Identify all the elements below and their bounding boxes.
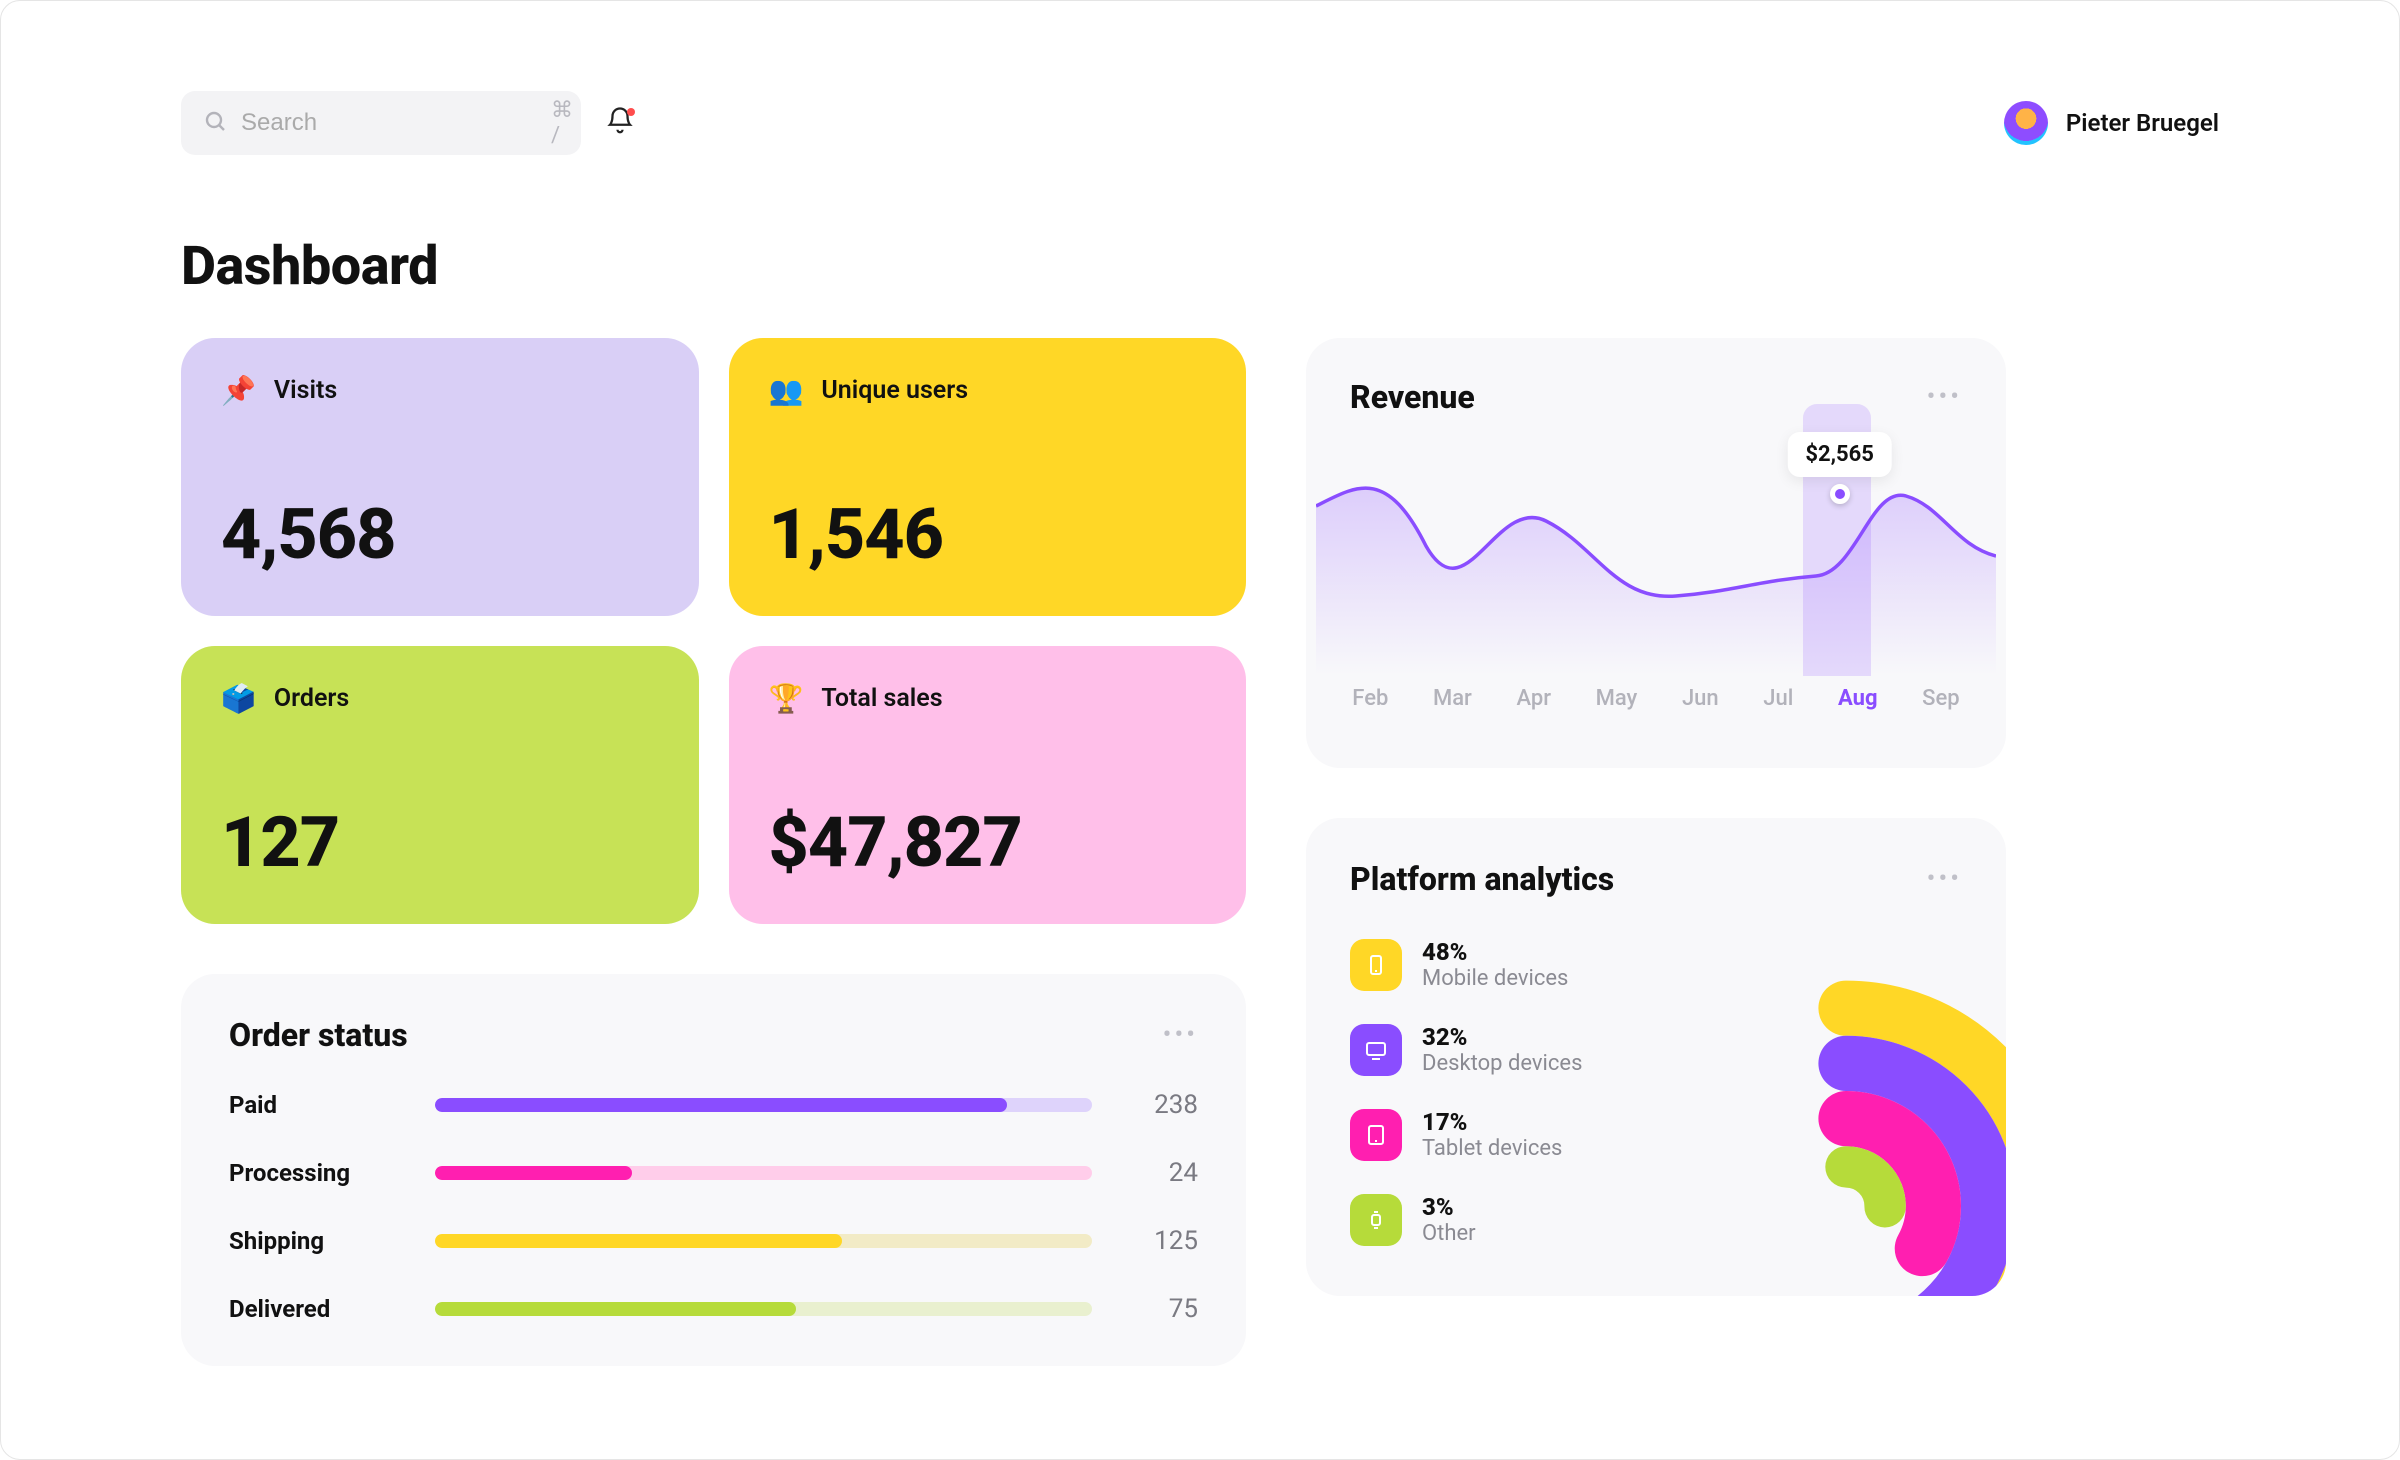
- legend-pct: 48%: [1422, 938, 1568, 966]
- revenue-month[interactable]: Feb: [1352, 686, 1388, 711]
- legend-item: 17% Tablet devices: [1350, 1108, 1582, 1161]
- status-bar-fill: [435, 1166, 632, 1180]
- user-menu[interactable]: Pieter Bruegel: [2004, 101, 2219, 145]
- order-status-rows: Paid 238 Processing 24 Shipping 125 Deli…: [229, 1090, 1198, 1324]
- stat-card-orders[interactable]: 🗳️ Orders 127: [181, 646, 699, 924]
- status-row: Shipping 125: [229, 1226, 1198, 1256]
- status-bar: [435, 1302, 1092, 1316]
- status-count: 125: [1118, 1226, 1198, 1256]
- right-column: Revenue ••• $: [1306, 338, 2006, 1296]
- legend-text: 32% Desktop devices: [1422, 1023, 1582, 1076]
- order-status-title: Order status: [229, 1016, 408, 1054]
- revenue-month[interactable]: Apr: [1516, 686, 1551, 711]
- legend-text: 17% Tablet devices: [1422, 1108, 1562, 1161]
- orders-icon: 🗳️: [221, 682, 256, 715]
- revenue-month[interactable]: Sep: [1922, 686, 1959, 711]
- revenue-month[interactable]: Jun: [1682, 686, 1719, 711]
- header-left: ⌘ /: [181, 91, 635, 155]
- revenue-month[interactable]: Jul: [1763, 686, 1793, 711]
- stat-value: 4,568: [221, 494, 659, 576]
- status-bar: [435, 1234, 1092, 1248]
- order-status-menu-button[interactable]: •••: [1163, 1020, 1198, 1050]
- desktop-icon: [1350, 1024, 1402, 1076]
- stat-value: 127: [221, 802, 659, 884]
- avatar: [2004, 101, 2048, 145]
- status-bar-fill: [435, 1302, 796, 1316]
- stat-label: Total sales: [821, 684, 942, 713]
- revenue-point-marker: [1830, 484, 1850, 504]
- status-label: Shipping: [229, 1227, 409, 1255]
- legend-text: 48% Mobile devices: [1422, 938, 1568, 991]
- legend-pct: 17%: [1422, 1108, 1562, 1136]
- status-count: 24: [1118, 1158, 1198, 1188]
- revenue-panel: Revenue ••• $: [1306, 338, 2006, 768]
- legend-pct: 3%: [1422, 1193, 1476, 1221]
- status-row: Paid 238: [229, 1090, 1198, 1120]
- legend-label: Other: [1422, 1221, 1476, 1246]
- search-shortcut: ⌘ /: [551, 98, 575, 148]
- page-title: Dashboard: [181, 235, 2219, 298]
- legend-label: Tablet devices: [1422, 1136, 1562, 1161]
- status-bar-fill: [435, 1234, 842, 1248]
- legend-text: 3% Other: [1422, 1193, 1476, 1246]
- legend-item: 48% Mobile devices: [1350, 938, 1582, 991]
- status-label: Processing: [229, 1159, 409, 1187]
- status-row: Delivered 75: [229, 1294, 1198, 1324]
- status-bar: [435, 1098, 1092, 1112]
- revenue-month[interactable]: Mar: [1433, 686, 1472, 711]
- legend-pct: 32%: [1422, 1023, 1582, 1051]
- status-label: Delivered: [229, 1295, 409, 1323]
- platform-title: Platform analytics: [1350, 860, 1614, 898]
- watch-icon: [1350, 1194, 1402, 1246]
- platform-analytics-panel: Platform analytics ••• 48% Mobile device…: [1306, 818, 2006, 1296]
- platform-menu-button[interactable]: •••: [1927, 864, 1962, 894]
- stat-label: Orders: [274, 684, 349, 713]
- status-bar-fill: [435, 1098, 1007, 1112]
- stat-label: Visits: [274, 376, 337, 405]
- stat-value: 1,546: [769, 494, 1207, 576]
- visits-icon: 📌: [221, 374, 256, 407]
- stat-card-unique-users[interactable]: 👥 Unique users 1,546: [729, 338, 1247, 616]
- tablet-icon: [1350, 1109, 1402, 1161]
- stat-head: 👥 Unique users: [769, 374, 1207, 407]
- notifications-button[interactable]: [605, 106, 635, 140]
- search-box[interactable]: ⌘ /: [181, 91, 581, 155]
- status-bar: [435, 1166, 1092, 1180]
- search-icon: [203, 109, 227, 137]
- stat-label: Unique users: [821, 376, 968, 405]
- order-status-panel: Order status ••• Paid 238 Processing 24 …: [181, 974, 1246, 1366]
- stat-head: 🏆 Total sales: [769, 682, 1207, 715]
- legend-item: 3% Other: [1350, 1193, 1582, 1246]
- status-count: 238: [1118, 1090, 1198, 1120]
- left-column: 📌 Visits 4,568 👥 Unique users 1,546 🗳️: [181, 338, 1246, 1366]
- revenue-x-axis: Feb Mar Apr May Jun Jul Aug Sep: [1306, 686, 2006, 711]
- search-input[interactable]: [241, 109, 551, 137]
- header: ⌘ / Pieter Bruegel: [181, 91, 2219, 155]
- stats-grid: 📌 Visits 4,568 👥 Unique users 1,546 🗳️: [181, 338, 1246, 924]
- revenue-menu-button[interactable]: •••: [1927, 382, 1962, 412]
- sales-icon: 🏆: [769, 682, 804, 715]
- users-icon: 👥: [769, 374, 804, 407]
- stat-card-total-sales[interactable]: 🏆 Total sales $47,827: [729, 646, 1247, 924]
- legend-label: Mobile devices: [1422, 966, 1568, 991]
- stat-value: $47,827: [769, 802, 1207, 884]
- revenue-tooltip: $2,565: [1787, 432, 1892, 477]
- legend-item: 32% Desktop devices: [1350, 1023, 1582, 1076]
- revenue-chart[interactable]: $2,565: [1316, 426, 1996, 676]
- status-count: 75: [1118, 1294, 1198, 1324]
- user-name: Pieter Bruegel: [2066, 109, 2219, 137]
- status-label: Paid: [229, 1091, 409, 1119]
- platform-rings-chart: [1616, 976, 2006, 1296]
- stat-head: 📌 Visits: [221, 374, 659, 407]
- stat-head: 🗳️ Orders: [221, 682, 659, 715]
- mobile-icon: [1350, 939, 1402, 991]
- revenue-month[interactable]: Aug: [1838, 686, 1878, 711]
- revenue-title: Revenue: [1350, 378, 1475, 416]
- platform-legend: 48% Mobile devices 32% Desktop devices 1…: [1350, 938, 1582, 1246]
- revenue-month[interactable]: May: [1596, 686, 1638, 711]
- legend-label: Desktop devices: [1422, 1051, 1582, 1076]
- stat-card-visits[interactable]: 📌 Visits 4,568: [181, 338, 699, 616]
- status-row: Processing 24: [229, 1158, 1198, 1188]
- notification-dot-icon: [627, 108, 635, 116]
